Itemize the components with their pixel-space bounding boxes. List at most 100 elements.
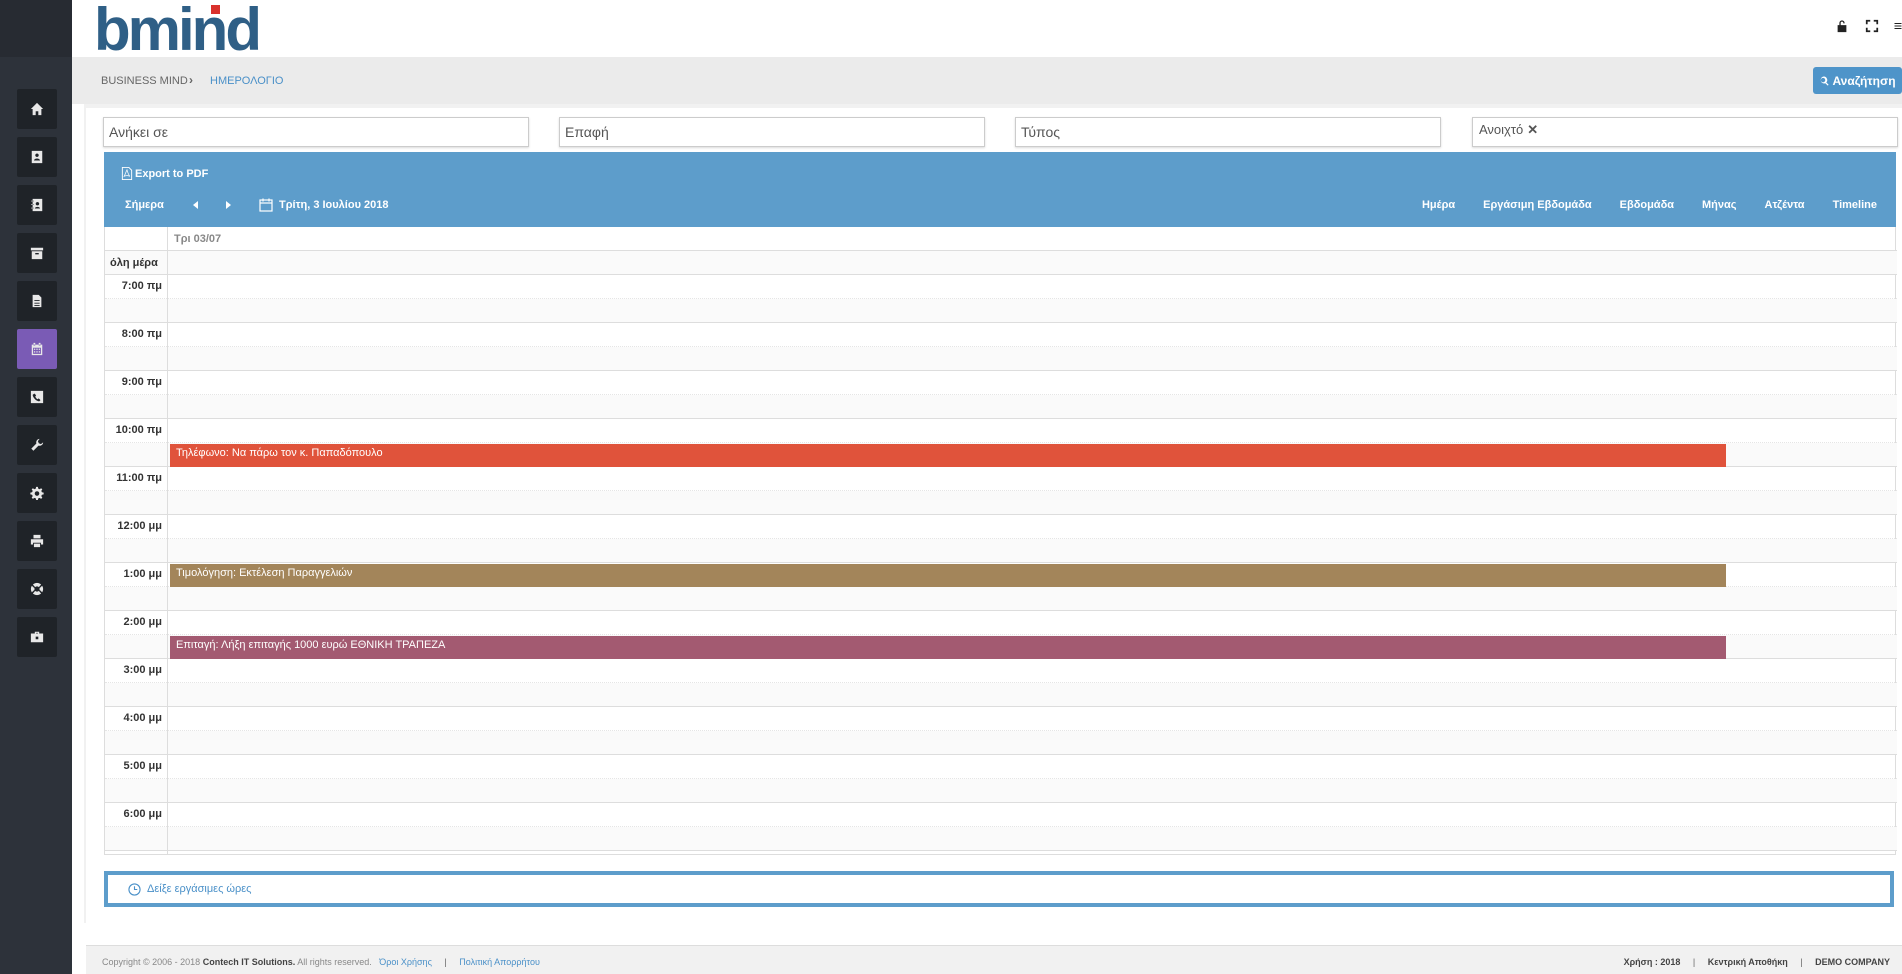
hour-label: 9:00 πμ xyxy=(121,376,162,388)
sidebar-item-address-book[interactable] xyxy=(17,185,57,225)
sidebar-item-tools[interactable] xyxy=(17,425,57,465)
allday-row[interactable]: όλη μέρα xyxy=(105,251,1897,275)
hour-label: 7:00 πμ xyxy=(121,280,162,292)
view-workweek-button[interactable]: Εργάσιμη Εβδομάδα xyxy=(1483,199,1591,211)
menu-button[interactable] xyxy=(1894,18,1902,34)
rights-text: All rights reserved. xyxy=(297,957,372,967)
contact-book-icon xyxy=(31,198,43,212)
warehouse-name: Κεντρική Αποθήκη xyxy=(1707,957,1788,967)
archive-icon xyxy=(30,247,44,260)
view-agenda-button[interactable]: Ατζέντα xyxy=(1765,199,1805,211)
document-icon xyxy=(32,294,42,308)
allday-label: όλη μέρα xyxy=(110,257,158,269)
time-slot[interactable]: 8:00 πμ xyxy=(105,323,1897,347)
fullscreen-button[interactable] xyxy=(1864,18,1880,34)
footer-separator: | xyxy=(1800,957,1803,967)
view-week-button[interactable]: Εβδομάδα xyxy=(1620,199,1674,211)
sidebar-item-briefcase[interactable] xyxy=(17,617,57,657)
next-button[interactable] xyxy=(221,198,235,212)
show-work-hours-label: Δείξε εργάσιμες ώρες xyxy=(147,883,252,895)
time-slot[interactable] xyxy=(105,779,1897,803)
prev-button[interactable] xyxy=(189,198,203,212)
belongs-to-field[interactable]: Ανήκει σε xyxy=(103,117,529,147)
hour-label: 12:00 μμ xyxy=(117,520,162,532)
time-slot[interactable] xyxy=(105,683,1897,707)
sidebar-item-archive[interactable] xyxy=(17,233,57,273)
sidebar-item-calendar[interactable] xyxy=(17,329,57,369)
usage-year: Χρήση : 2018 xyxy=(1623,957,1681,967)
export-pdf-button[interactable]: Export to PDF xyxy=(121,167,208,180)
time-slot[interactable] xyxy=(105,539,1897,563)
calendar-event[interactable]: Επιταγή: Λήξη επιταγής 1000 ευρώ ΕΘΝΙΚΗ … xyxy=(170,636,1726,659)
gear-icon xyxy=(30,486,44,500)
view-month-button[interactable]: Μήνας xyxy=(1702,199,1736,211)
type-field[interactable]: Τύπος xyxy=(1015,117,1441,147)
header-icons xyxy=(1834,18,1902,34)
breadcrumb-current[interactable]: ΗΜΕΡΟΛΟΓΙΟ xyxy=(210,75,283,87)
remove-tag-icon[interactable]: ✕ xyxy=(1527,122,1538,137)
view-day-button[interactable]: Ημέρα xyxy=(1422,199,1455,211)
sidebar-item-contacts[interactable] xyxy=(17,137,57,177)
hour-label: 1:00 μμ xyxy=(123,568,162,580)
caret-left-icon xyxy=(193,201,198,209)
today-button[interactable]: Σήμερα xyxy=(125,199,164,211)
hour-label: 11:00 πμ xyxy=(116,472,162,484)
sidebar-item-home[interactable] xyxy=(17,89,57,129)
hour-label: 4:00 μμ xyxy=(123,712,162,724)
caret-right-icon xyxy=(226,201,231,209)
breadcrumb-bar: BUSINESS MIND › ΗΜΕΡΟΛΟΓΙΟ Αναζήτηση xyxy=(72,57,1902,104)
search-button-label: Αναζήτηση xyxy=(1832,73,1896,88)
briefcase-icon xyxy=(30,631,44,643)
time-slot[interactable]: 4:00 μμ xyxy=(105,707,1897,731)
terms-link[interactable]: Όροι Χρήσης xyxy=(379,957,432,967)
view-timeline-button[interactable]: Timeline xyxy=(1833,199,1877,211)
pdf-icon xyxy=(121,167,133,180)
time-slot[interactable]: 9:00 πμ xyxy=(105,371,1897,395)
copyright-text: Copyright © 2006 - 2018 xyxy=(102,957,201,967)
time-slot[interactable]: 5:00 μμ xyxy=(105,755,1897,779)
time-slot[interactable] xyxy=(105,491,1897,515)
time-slot[interactable] xyxy=(105,587,1897,611)
hour-label: 2:00 μμ xyxy=(123,616,162,628)
status-filter-field[interactable]: Ανοιχτό ✕ xyxy=(1472,117,1898,147)
page-footer: Copyright © 2006 - 2018 Contech IT Solut… xyxy=(86,945,1902,974)
contact-field[interactable]: Επαφή xyxy=(559,117,985,147)
time-slot[interactable]: 12:00 μμ xyxy=(105,515,1897,539)
calendar-grid: Τρι 03/07 όλη μέρα 7:00 πμ 8:00 πμ 9:00 πμ… xyxy=(104,227,1897,855)
show-work-hours-button[interactable]: Δείξε εργάσιμες ώρες xyxy=(104,871,1894,907)
phone-icon xyxy=(30,390,44,404)
time-slot[interactable]: 2:00 μμ xyxy=(105,611,1897,635)
sidebar-item-support[interactable] xyxy=(17,569,57,609)
time-slot[interactable]: 3:00 μμ xyxy=(105,659,1897,683)
time-slot[interactable] xyxy=(105,347,1897,371)
time-slot[interactable] xyxy=(105,827,1897,851)
time-slot[interactable]: 10:00 πμ xyxy=(105,419,1897,443)
time-slot[interactable] xyxy=(105,299,1897,323)
search-button[interactable]: Αναζήτηση xyxy=(1813,67,1902,94)
footer-separator: | xyxy=(1692,957,1696,967)
bmind-logo: bmind xyxy=(94,2,262,54)
view-switcher: Ημέρα Εργάσιμη Εβδομάδα Εβδομάδα Μήνας Α… xyxy=(1422,199,1877,211)
sidebar-item-documents[interactable] xyxy=(17,281,57,321)
search-icon xyxy=(1821,76,1830,86)
privacy-link[interactable]: Πολιτική Απορρήτου xyxy=(459,957,540,967)
company-name: Contech IT Solutions. xyxy=(202,957,296,967)
footer-left: Copyright © 2006 - 2018 Contech IT Solut… xyxy=(102,957,540,967)
unlock-icon xyxy=(1837,20,1847,33)
logo[interactable]: bmind xyxy=(94,2,284,54)
hour-label: 10:00 πμ xyxy=(115,424,162,436)
hour-label: 8:00 πμ xyxy=(121,328,162,340)
breadcrumb-root[interactable]: BUSINESS MIND xyxy=(101,75,188,87)
time-slot[interactable] xyxy=(105,731,1897,755)
sidebar-item-settings[interactable] xyxy=(17,473,57,513)
time-slot[interactable]: 7:00 πμ xyxy=(105,275,1897,299)
time-slot[interactable]: 11:00 πμ xyxy=(105,467,1897,491)
date-picker[interactable]: Τρίτη, 3 Ιουλίου 2018 xyxy=(259,198,389,212)
time-slot[interactable]: 6:00 μμ xyxy=(105,803,1897,827)
calendar-event[interactable]: Τηλέφωνο: Να πάρω τον κ. Παπαδόπουλο xyxy=(170,444,1726,467)
sidebar-item-print[interactable] xyxy=(17,521,57,561)
calendar-event[interactable]: Τιμολόγηση: Εκτέλεση Παραγγελιών xyxy=(170,564,1726,587)
time-slot[interactable] xyxy=(105,395,1897,419)
lock-button[interactable] xyxy=(1834,18,1850,34)
sidebar-item-phone[interactable] xyxy=(17,377,57,417)
